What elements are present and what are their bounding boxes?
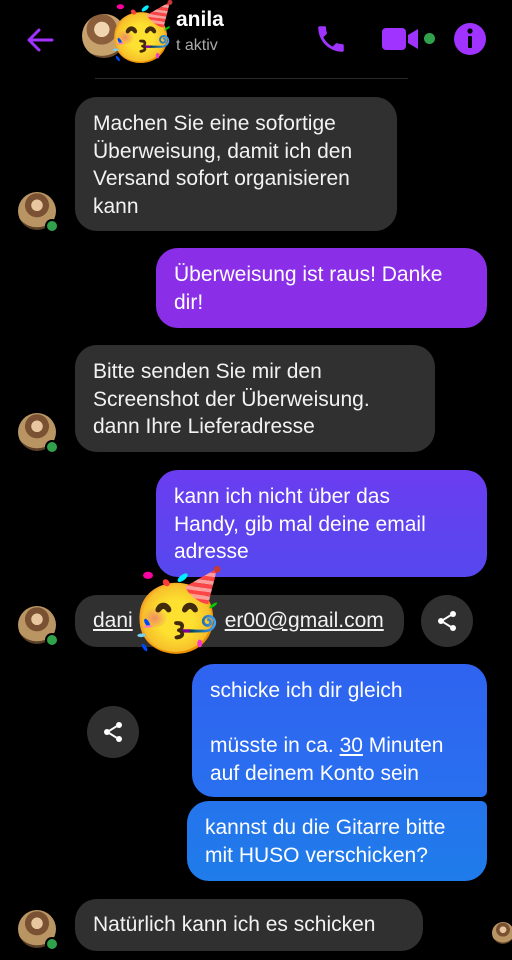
outgoing-message[interactable]: kannst du die Gitarre bitte mit HUSO ver… (187, 801, 487, 881)
message-line: auf deinem Konto sein (210, 761, 419, 785)
minutes-number[interactable]: 30 (340, 734, 363, 757)
online-indicator (45, 219, 59, 233)
message-line: kann (93, 194, 139, 218)
read-receipt-avatar (492, 922, 512, 944)
online-indicator (45, 633, 59, 647)
message-line: schicke ich dir gleich (210, 679, 403, 702)
message-line: Überweisung ist raus! Danke (174, 263, 443, 286)
share-icon (104, 722, 122, 742)
message-line: Screenshot der Überweisung. (93, 387, 370, 411)
message-line: kannst du die Gitarre bitte (205, 816, 446, 839)
message-line: Machen Sie eine sofortige (93, 112, 336, 135)
share-button[interactable] (421, 595, 473, 647)
video-camera-icon[interactable] (380, 24, 420, 54)
incoming-message[interactable]: Bitte senden Sie mir den Screenshot der … (75, 345, 435, 452)
email-link-end[interactable]: er00@gmail.com (225, 609, 384, 632)
share-button[interactable] (87, 706, 139, 758)
party-emoji-sticker: 🥳 (128, 566, 226, 654)
phone-call-icon[interactable] (314, 22, 348, 56)
outgoing-message[interactable]: Überweisung ist raus! Danke dir! (156, 248, 487, 328)
outgoing-message[interactable]: schicke ich dir gleich müsste in ca. 30 … (192, 664, 487, 797)
header-divider (95, 78, 408, 79)
incoming-message[interactable]: Natürlich kann ich es schicken (75, 899, 423, 951)
message-text: müsste in ca. (210, 734, 340, 757)
conversation-header (0, 0, 512, 78)
message-line: dir! (174, 290, 204, 314)
message-line: adresse (174, 540, 249, 563)
message-line: müsste in ca. 30 Minuten (210, 732, 469, 760)
incoming-message[interactable]: Machen Sie eine sofortige Überweisung, d… (75, 97, 397, 231)
party-emoji-sticker: 🥳 (106, 0, 176, 63)
back-arrow-icon[interactable] (26, 26, 54, 54)
contact-name[interactable]: anila (176, 8, 224, 32)
info-icon[interactable] (453, 22, 487, 56)
online-indicator (45, 937, 59, 951)
message-line: Handy, gib mal deine email (174, 512, 426, 536)
email-link-start[interactable]: dani (93, 609, 133, 632)
online-indicator (45, 440, 59, 454)
message-line: mit HUSO verschicken? (205, 843, 428, 867)
message-text: Natürlich kann ich es schicken (93, 913, 376, 936)
message-line: Versand sofort organisieren (93, 167, 350, 190)
online-indicator (424, 33, 435, 44)
incoming-message[interactable]: dani er00@gmail.com (75, 595, 404, 647)
contact-status: t aktiv (176, 37, 218, 54)
message-line: Überweisung, damit ich den (93, 139, 353, 163)
message-line: Bitte senden Sie mir den (93, 360, 322, 383)
outgoing-message[interactable]: kann ich nicht über das Handy, gib mal d… (156, 470, 487, 577)
message-text: Minuten (362, 734, 444, 757)
message-line: dann Ihre Lieferadresse (93, 415, 315, 438)
share-icon (438, 611, 456, 631)
message-line: kann ich nicht über das (174, 485, 390, 508)
